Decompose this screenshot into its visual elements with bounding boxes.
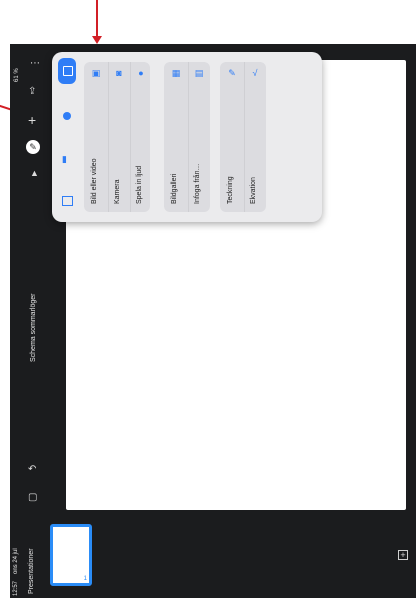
equation-icon: √ <box>252 68 258 78</box>
option-equation[interactable]: √ Ekvation <box>244 62 265 212</box>
option-label: Bild eller video <box>91 158 98 204</box>
slide-thumbnail[interactable]: 1 <box>50 524 92 586</box>
status-time: 12:57 <box>13 580 19 596</box>
tab-shapes[interactable] <box>58 104 76 130</box>
chart-icon: ▮ <box>62 154 67 164</box>
battery-text: 61 % <box>14 68 20 82</box>
microphone-icon: ● <box>138 68 144 78</box>
document-title[interactable]: Schema sommarlöger <box>30 294 37 362</box>
gallery-options-group: ▦ Bildgalleri ▤ Infoga från… <box>164 62 210 212</box>
option-label: Kamera <box>114 179 121 204</box>
option-label: Infoga från… <box>194 163 201 204</box>
tab-media[interactable] <box>58 58 76 84</box>
add-icon[interactable]: + <box>28 112 36 128</box>
presentations-button[interactable]: Presentationer <box>28 548 35 594</box>
option-image-gallery[interactable]: ▦ Bildgalleri <box>166 62 186 212</box>
play-icon[interactable]: ▲ <box>30 168 39 178</box>
insert-tab-column: ▮ <box>58 58 76 214</box>
more-icon[interactable]: ⋯ <box>30 58 40 69</box>
drawing-options-group: ✎ Teckning √ Ekvation <box>220 62 266 212</box>
status-date: ons 24 jul <box>13 548 19 574</box>
option-label: Bildgalleri <box>171 173 178 204</box>
annotation-arrow-head <box>92 36 102 44</box>
share-icon[interactable]: ⇪ <box>28 86 36 97</box>
gallery-icon: ▦ <box>171 68 181 78</box>
insert-from-icon: ▤ <box>194 68 204 78</box>
option-drawing[interactable]: ✎ Teckning <box>222 62 242 212</box>
drawing-icon: ✎ <box>228 68 236 78</box>
camera-icon: ◙ <box>116 68 122 78</box>
tab-tables[interactable] <box>58 188 76 214</box>
media-icon <box>63 66 73 76</box>
option-label: Ekvation <box>250 177 257 204</box>
table-icon <box>62 196 73 206</box>
option-photo-video[interactable]: ▣ Bild eller video <box>86 62 106 212</box>
shapes-icon <box>63 112 71 120</box>
undo-icon[interactable]: ↶ <box>28 464 36 475</box>
slide-view-icon[interactable]: ▢ <box>28 492 37 503</box>
format-brush-icon[interactable]: ✎ <box>26 140 40 154</box>
insert-popover: ▮ ▣ Bild eller video ◙ Kamera ● Spela in… <box>52 52 322 222</box>
media-options-group: ▣ Bild eller video ◙ Kamera ● Spela in l… <box>84 62 150 212</box>
option-label: Spela in ljud <box>136 165 143 204</box>
slide-navigator: 1 + <box>46 522 408 598</box>
add-slide-icon[interactable]: + <box>398 550 408 560</box>
option-record-audio[interactable]: ● Spela in ljud <box>130 62 151 212</box>
option-insert-from[interactable]: ▤ Infoga från… <box>188 62 209 212</box>
annotation-arrow-vertical <box>96 0 98 38</box>
slide-number: 1 <box>83 576 87 582</box>
option-camera[interactable]: ◙ Kamera <box>108 62 129 212</box>
tab-charts[interactable]: ▮ <box>58 146 76 172</box>
option-label: Teckning <box>227 176 234 204</box>
photo-icon: ▣ <box>91 68 101 78</box>
toolbar-sidebar: 61 % ⋯ ⇪ + ✎ ▲ Schema sommarlöger ↶ ▢ 12… <box>10 44 46 598</box>
